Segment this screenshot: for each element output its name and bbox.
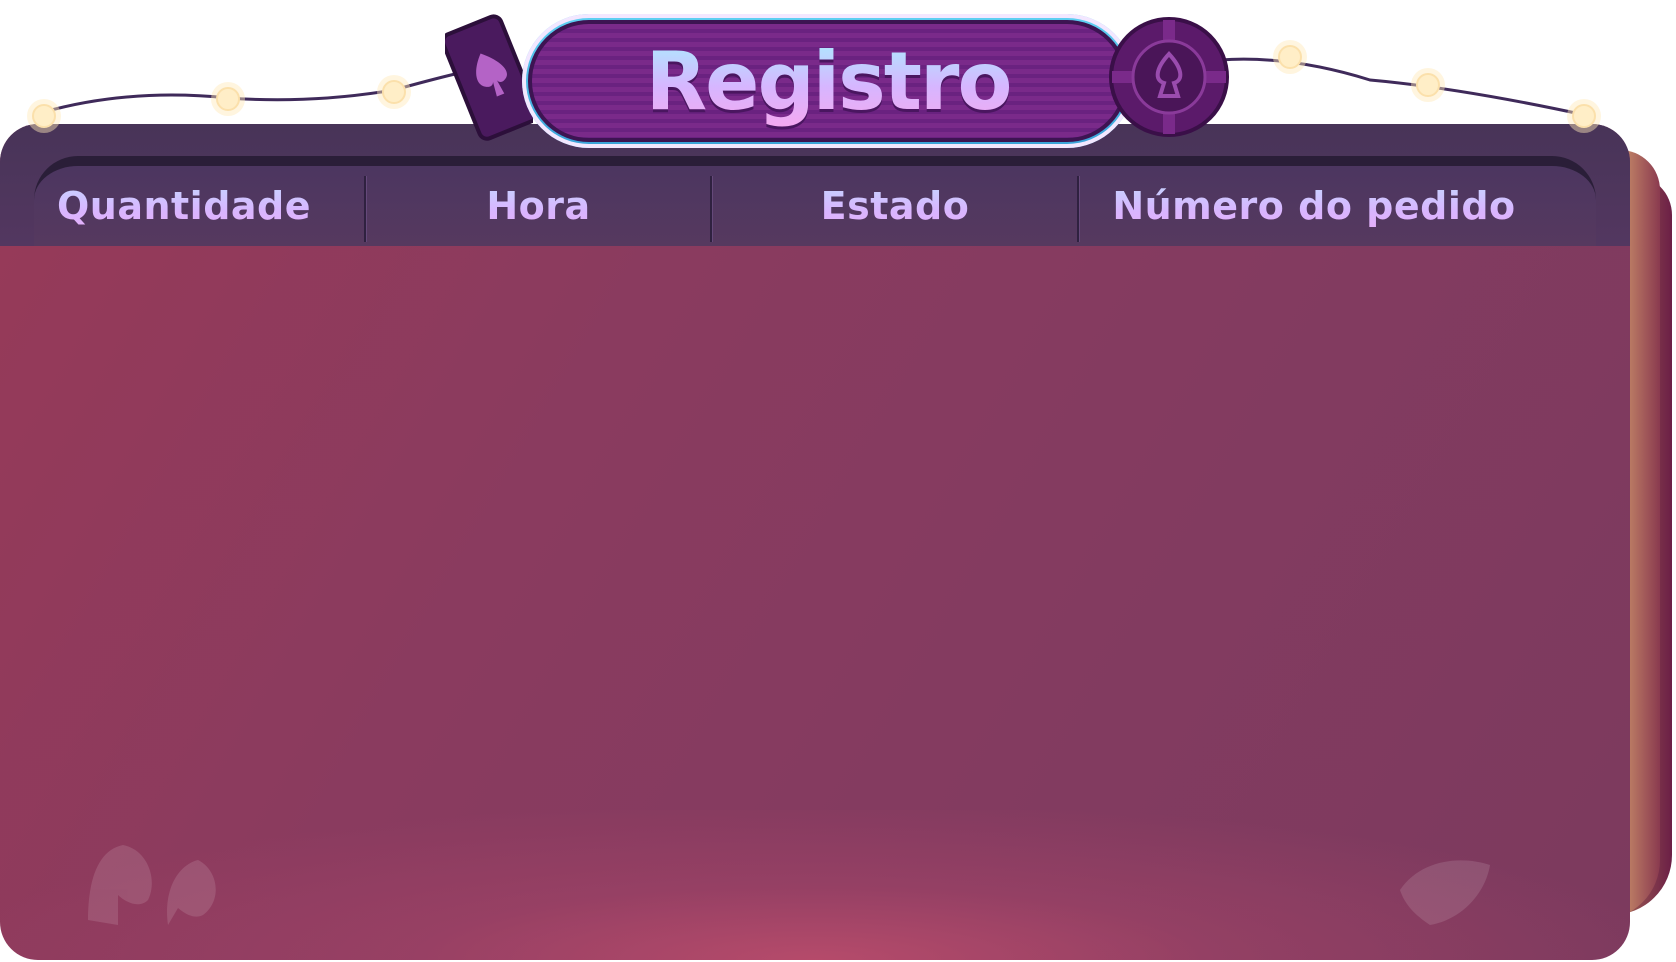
column-header-quantity: Quantidade (34, 166, 334, 246)
spade-card-icon (445, 14, 533, 141)
title-banner: Registro (522, 14, 1134, 148)
page-title: Registro (645, 34, 1013, 128)
column-header-order-number: Número do pedido (1079, 166, 1549, 246)
spade-watermark-icon (88, 845, 216, 925)
poker-chip-icon (1109, 17, 1229, 137)
spade-watermark-icon (1400, 860, 1490, 925)
column-header-status: Estado (712, 166, 1078, 246)
record-panel: Quantidade Hora Estado Número do pedido (0, 0, 1676, 962)
title-plate: Registro (528, 20, 1128, 142)
bottom-glow (0, 810, 1630, 960)
table-header: Quantidade Hora Estado Número do pedido (34, 156, 1596, 246)
column-header-time: Hora (366, 166, 711, 246)
record-board: Quantidade Hora Estado Número do pedido (0, 124, 1630, 960)
